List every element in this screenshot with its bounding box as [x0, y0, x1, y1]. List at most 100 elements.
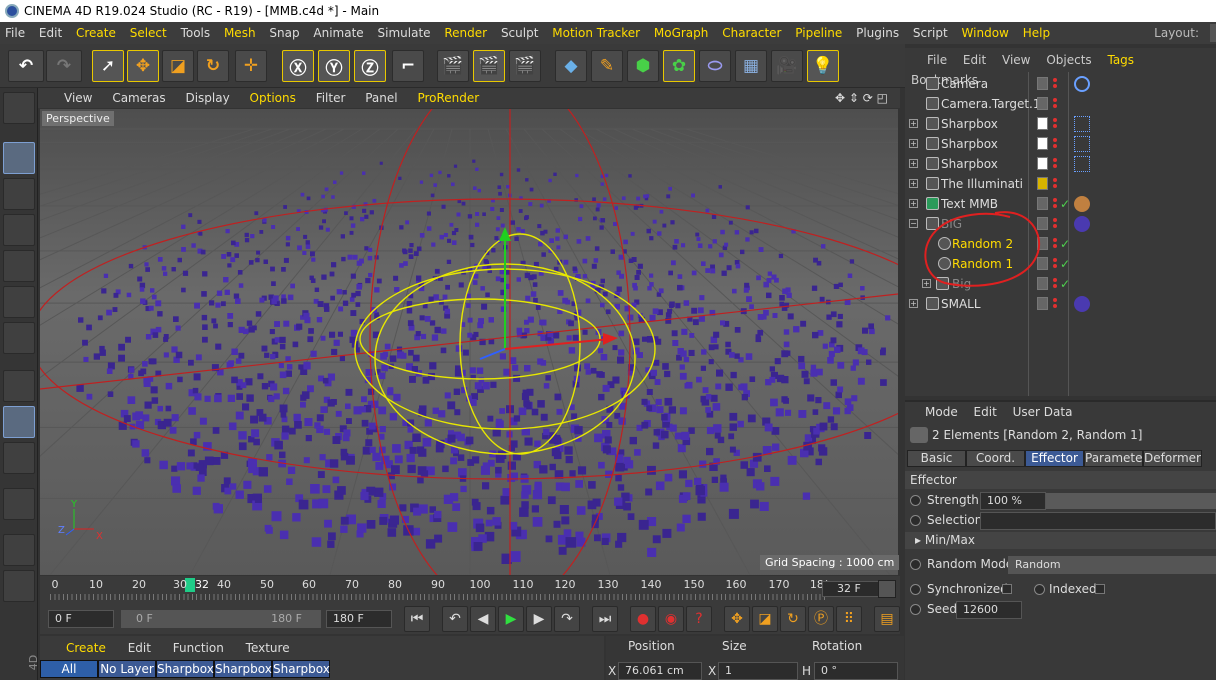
attr-menu-edit[interactable]: Edit [968, 402, 1003, 422]
menu-snap[interactable]: Snap [264, 22, 304, 44]
scale-tool-icon[interactable]: ◪ [162, 50, 194, 82]
recent-tool-icon[interactable]: ✛ [235, 50, 267, 82]
expand-toggle[interactable]: + [909, 299, 918, 308]
viewport-menu-filter[interactable]: Filter [308, 88, 354, 108]
indexed-animate-icon[interactable] [1034, 584, 1045, 595]
material-menu-texture[interactable]: Texture [237, 638, 299, 658]
keyframe-toggle-icon[interactable] [878, 580, 896, 598]
edges-mode-icon[interactable] [3, 286, 35, 318]
undo-icon[interactable]: ↶ [8, 50, 44, 82]
menu-mesh[interactable]: Mesh [219, 22, 261, 44]
position-x-field[interactable]: 76.061 cm [618, 662, 702, 680]
attr-menu-mode[interactable]: Mode [905, 402, 964, 422]
selection-animate-icon[interactable] [910, 515, 921, 526]
material-tag-icon[interactable] [1074, 296, 1090, 312]
layer-swatch[interactable] [1037, 157, 1048, 170]
start-frame-field[interactable]: 0 F [48, 610, 114, 628]
menu-create[interactable]: Create [71, 22, 121, 44]
rotate-tool-icon[interactable]: ↻ [197, 50, 229, 82]
texture-mode-icon[interactable] [3, 178, 35, 210]
expand-toggle[interactable]: + [909, 159, 918, 168]
layer-swatch[interactable] [1037, 97, 1048, 110]
cube-object-icon[interactable]: ◆ [555, 50, 587, 82]
material-menu-function[interactable]: Function [164, 638, 233, 658]
model-mode-icon[interactable] [3, 142, 35, 174]
object-row-small[interactable]: + SMALL [908, 294, 1208, 314]
render-settings-icon[interactable]: 🎬 [509, 50, 541, 82]
menu-motion-tracker[interactable]: Motion Tracker [547, 22, 645, 44]
polygons-mode-icon[interactable] [3, 322, 35, 354]
y-axis-lock-icon[interactable]: Ⓨ [318, 50, 350, 82]
end-frame-field[interactable]: 180 F [326, 610, 392, 628]
record-parameter-icon[interactable]: Ⓟ [808, 606, 834, 632]
record-rotation-icon[interactable]: ↻ [780, 606, 806, 632]
strength-field[interactable]: 100 % [980, 492, 1046, 510]
object-row-camera[interactable]: Camera [908, 74, 1208, 94]
visibility-dots[interactable] [1053, 116, 1058, 132]
menu-render[interactable]: Render [439, 22, 492, 44]
viewport-menu-cameras[interactable]: Cameras [104, 88, 173, 108]
material-menu-edit[interactable]: Edit [119, 638, 160, 658]
perspective-viewport[interactable]: Y Z X [40, 109, 898, 575]
material-menu-create[interactable]: Create [40, 638, 115, 658]
next-key-icon[interactable]: ↷ [554, 606, 580, 632]
obj-menu-view[interactable]: View [996, 50, 1036, 70]
material-tag-icon[interactable] [1074, 216, 1090, 232]
viewport-menu-view[interactable]: View [38, 88, 100, 108]
render-to-picture-viewer-icon[interactable]: 🎬 [473, 50, 505, 82]
layer-swatch[interactable] [1037, 177, 1048, 190]
next-frame-icon[interactable]: ▶ [526, 606, 552, 632]
record-position-icon[interactable]: ✥ [724, 606, 750, 632]
make-editable-icon[interactable] [3, 92, 35, 124]
pen-spline-icon[interactable]: ✎ [591, 50, 623, 82]
viewport-menu-panel[interactable]: Panel [357, 88, 405, 108]
menu-window[interactable]: Window [957, 22, 1014, 44]
minmax-group[interactable]: ▸ Min/Max [905, 532, 1216, 549]
obj-menu-objects[interactable]: Objects [1040, 50, 1097, 70]
points-mode-icon[interactable] [3, 250, 35, 282]
menu-animate[interactable]: Animate [308, 22, 368, 44]
coordinate-system-icon[interactable]: ⌐ [392, 50, 424, 82]
workplane-mode-icon[interactable] [3, 214, 35, 246]
enabled-check-icon[interactable]: ✓ [1060, 274, 1070, 294]
tag-icon[interactable] [1074, 156, 1090, 172]
preview-range-slider[interactable]: 0 F 180 F [121, 610, 321, 628]
menu-select[interactable]: Select [125, 22, 172, 44]
layer-swatch[interactable] [1037, 297, 1048, 310]
layer-swatch[interactable] [1037, 137, 1048, 150]
menu-script[interactable]: Script [908, 22, 953, 44]
tag-icon[interactable] [1074, 136, 1090, 152]
go-to-start-icon[interactable]: ⏮ [404, 606, 430, 632]
render-view-icon[interactable]: 🎬 [437, 50, 469, 82]
visibility-dots[interactable] [1053, 156, 1058, 172]
material-tab-sharpbox[interactable]: Sharpbox [272, 660, 330, 678]
layout-dropdown[interactable] [1210, 24, 1216, 42]
attr-menu-user-data[interactable]: User Data [1007, 402, 1079, 422]
tab-parameter[interactable]: Parameter [1084, 450, 1147, 467]
autokeying-icon[interactable]: ◉ [658, 606, 684, 632]
live-selection-icon[interactable]: ➚ [92, 50, 124, 82]
target-tag-icon[interactable] [1074, 76, 1090, 92]
visibility-dots[interactable] [1053, 276, 1058, 292]
previous-frame-icon[interactable]: ◀ [470, 606, 496, 632]
viewport-menu-options[interactable]: Options [242, 88, 304, 108]
z-axis-lock-icon[interactable]: Ⓩ [354, 50, 386, 82]
layer-swatch[interactable] [1037, 117, 1048, 130]
object-row-sharpbox[interactable]: + Sharpbox [908, 134, 1208, 154]
x-axis-lock-icon[interactable]: Ⓧ [282, 50, 314, 82]
tab-basic[interactable]: Basic [907, 450, 966, 467]
record-scale-icon[interactable]: ◪ [752, 606, 778, 632]
menu-pipeline[interactable]: Pipeline [790, 22, 847, 44]
synchronized-animate-icon[interactable] [910, 584, 921, 595]
menu-character[interactable]: Character [717, 22, 786, 44]
visibility-dots[interactable] [1053, 216, 1058, 232]
material-tag-icon[interactable] [1074, 196, 1090, 212]
expand-toggle[interactable]: + [909, 119, 918, 128]
locked-workplane-icon[interactable] [3, 534, 35, 566]
previous-key-icon[interactable]: ↶ [442, 606, 468, 632]
subdivision-surface-icon[interactable]: ⬢ [627, 50, 659, 82]
cloner-icon[interactable]: ✿ [663, 50, 695, 82]
current-frame-field[interactable]: 32 F [822, 581, 884, 597]
tweak-mode-icon[interactable] [3, 406, 35, 438]
visibility-dots[interactable] [1053, 76, 1058, 92]
